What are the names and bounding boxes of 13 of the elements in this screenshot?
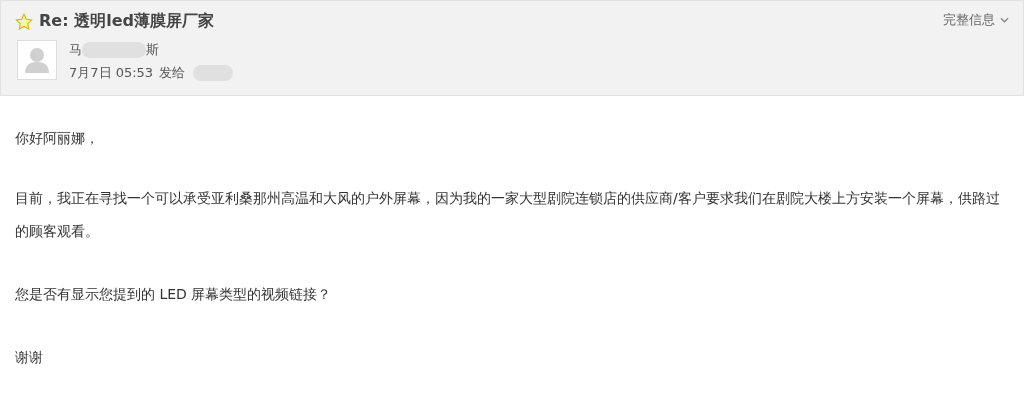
mail-subject: Re: 透明led薄膜屏厂家: [39, 11, 214, 32]
sender-name-end: 斯: [146, 41, 159, 59]
mail-paragraph: 你好阿丽娜，: [15, 129, 100, 148]
mail-paragraph: 您是否有显示您提到的 LED 屏幕类型的视频链接？: [15, 285, 333, 304]
sent-time: 7月7日 05:53: [69, 64, 154, 82]
mail-paragraph: 谢谢: [15, 348, 44, 367]
sent-to-label: 发给: [159, 64, 186, 82]
star-icon[interactable]: [15, 12, 33, 31]
avatar-icon: [17, 40, 57, 80]
chevron-icon: [1000, 16, 1009, 23]
mail-paragraph: 目前，我正在寻找一个可以承受亚利桑那州高温和大风的户外屏幕，因为我的一家大型剧院连锁店的供应商/客户要求我们在剧院大楼上方安装一个屏幕，供路过的顾客观看。: [15, 189, 1001, 241]
full-info-toggle[interactable]: 完整信息: [943, 10, 1009, 29]
sender-name-start: 马: [69, 41, 82, 59]
